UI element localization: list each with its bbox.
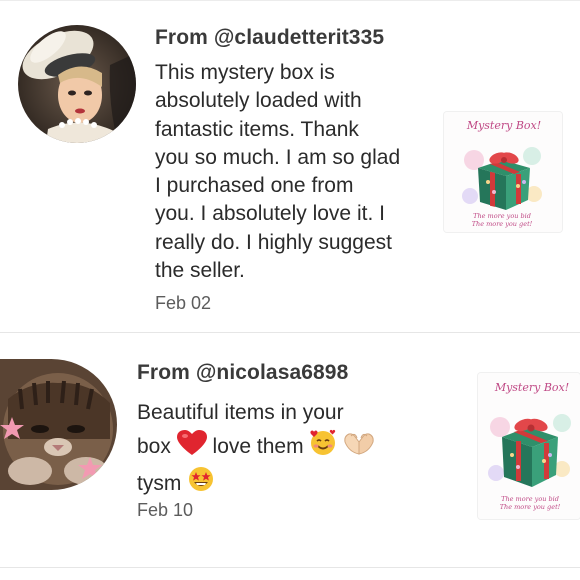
review-text: This mystery box is absolutely loaded wi… — [155, 59, 435, 285]
star-struck-emoji-icon — [187, 465, 215, 502]
review-author[interactable]: From @claudetterit335 — [155, 26, 384, 50]
review-text-line: you so much. I am so glad — [155, 145, 401, 169]
review-text-fragment: tysm — [137, 472, 182, 495]
review-text-line: This mystery box is — [155, 61, 335, 84]
thumbnail-title: Mystery Box! — [494, 381, 569, 394]
review-text-line: absolutely loaded with — [155, 89, 362, 113]
smiling-face-with-hearts-emoji-icon — [309, 428, 337, 465]
review-text: Beautiful items in your box love them ty… — [137, 397, 437, 502]
review-text-fragment: love them — [212, 435, 304, 458]
thumbnail-caption: The more you bid — [473, 212, 531, 220]
review-item[interactable]: From @claudetterit335 This mystery box i… — [0, 0, 580, 332]
heart-hands-emoji-icon — [343, 430, 375, 465]
avatar[interactable] — [0, 359, 117, 490]
review-text-line: the seller. — [155, 259, 245, 283]
review-text-line: really do. I highly suggest — [155, 230, 392, 254]
listing-thumbnail[interactable]: Mystery Box! The more you bid The more y… — [478, 373, 580, 519]
review-item[interactable]: From @nicolasa6898 Beautiful items in yo… — [0, 333, 580, 567]
thumbnail-caption: The more you get! — [472, 220, 533, 228]
review-text-fragment: box — [137, 435, 171, 458]
review-author[interactable]: From @nicolasa6898 — [137, 361, 348, 385]
listing-thumbnail[interactable]: Mystery Box! The more you bid The more y… — [444, 112, 562, 232]
avatar[interactable] — [18, 25, 136, 143]
review-text-line: I purchased one from — [155, 174, 354, 198]
heart-emoji-icon — [176, 430, 207, 465]
review-text-line: tysm — [137, 465, 437, 502]
review-divider — [0, 567, 580, 568]
review-date: Feb 02 — [155, 293, 212, 313]
thumbnail-title: Mystery Box! — [466, 119, 541, 132]
review-text-line: Beautiful items in your — [137, 401, 344, 424]
review-text-line: box love them — [137, 428, 437, 465]
review-text-line: fantastic items. Thank — [155, 117, 359, 141]
thumbnail-caption: The more you get! — [500, 503, 561, 511]
thumbnail-caption: The more you bid — [501, 495, 559, 503]
review-date: Feb 10 — [137, 500, 194, 520]
review-text-line: you. I absolutely love it. I — [155, 202, 385, 226]
